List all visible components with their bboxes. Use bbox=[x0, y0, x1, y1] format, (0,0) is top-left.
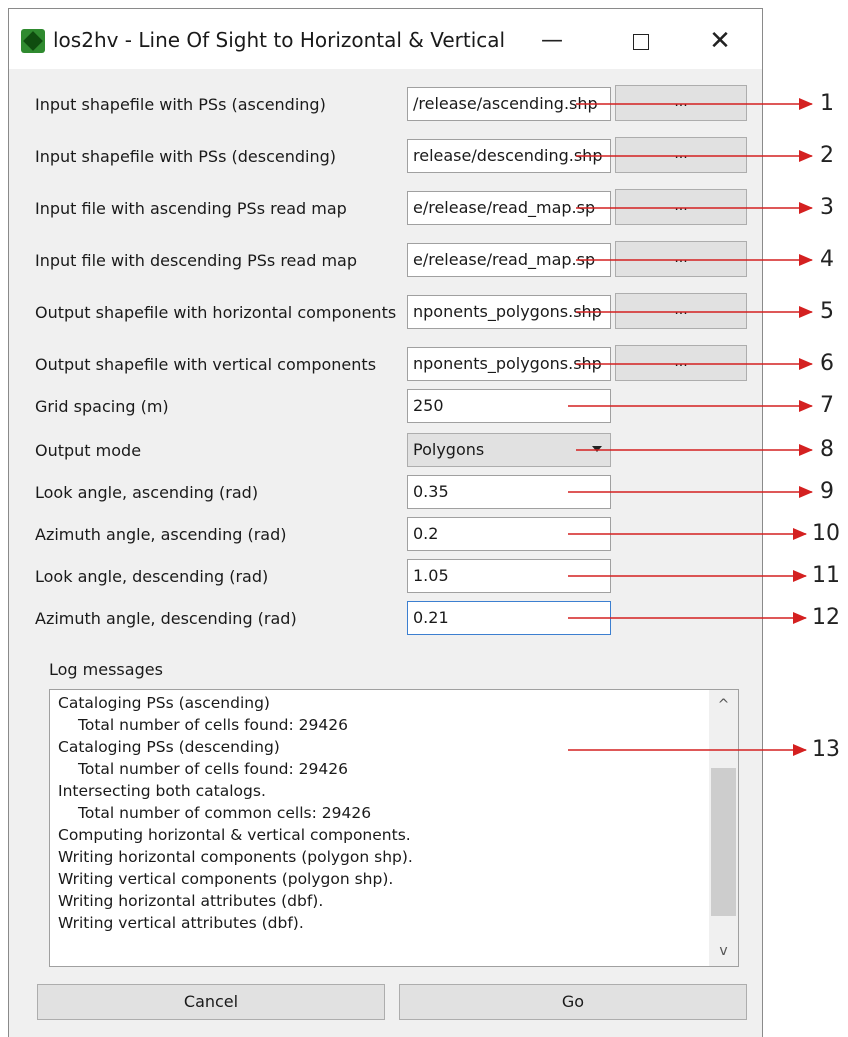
maximize-button[interactable] bbox=[617, 21, 663, 61]
output-horizontal-field[interactable]: nponents_polygons.shp bbox=[407, 295, 611, 329]
log-line: Cataloging PSs (ascending) bbox=[58, 694, 270, 712]
azimuth-angle-asc-label: Azimuth angle, ascending (rad) bbox=[35, 525, 287, 544]
log-scrollbar[interactable]: ^ v bbox=[709, 690, 738, 966]
log-line: Intersecting both catalogs. bbox=[58, 782, 266, 800]
callout-number: 9 bbox=[820, 479, 834, 504]
input-desc-readmap-field[interactable]: e/release/read_map.sp bbox=[407, 243, 611, 277]
callout-number: 8 bbox=[820, 437, 834, 462]
los2hv-dialog: los2hv - Line Of Sight to Horizontal & V… bbox=[8, 8, 763, 1037]
look-angle-desc-input[interactable]: 1.05 bbox=[407, 559, 611, 593]
callout-number: 2 bbox=[820, 143, 834, 168]
callout-number: 11 bbox=[812, 563, 840, 588]
close-button[interactable]: ✕ bbox=[697, 21, 743, 61]
log-line: Total number of cells found: 29426 bbox=[78, 716, 348, 734]
log-line: Writing vertical components (polygon shp… bbox=[58, 870, 394, 888]
callout-number: 7 bbox=[820, 393, 834, 418]
window-title: los2hv - Line Of Sight to Horizontal & V… bbox=[53, 28, 506, 52]
log-messages-label: Log messages bbox=[49, 660, 163, 679]
input-desc-shapefile-field[interactable]: release/descending.shp bbox=[407, 139, 611, 173]
callout-number: 12 bbox=[812, 605, 840, 630]
cancel-button[interactable]: Cancel bbox=[37, 984, 385, 1020]
callout-number: 1 bbox=[820, 91, 834, 116]
log-line: Writing horizontal attributes (dbf). bbox=[58, 892, 324, 910]
look-angle-asc-label: Look angle, ascending (rad) bbox=[35, 483, 259, 502]
input-desc-readmap-label: Input file with descending PSs read map bbox=[35, 251, 357, 270]
output-horizontal-label: Output shapefile with horizontal compone… bbox=[35, 303, 397, 322]
output-vertical-label: Output shapefile with vertical component… bbox=[35, 355, 377, 374]
input-asc-shapefile-label: Input shapefile with PSs (ascending) bbox=[35, 95, 326, 114]
look-angle-asc-input[interactable]: 0.35 bbox=[407, 475, 611, 509]
callout-number: 3 bbox=[820, 195, 834, 220]
callout-number: 4 bbox=[820, 247, 834, 272]
output-mode-select[interactable]: Polygons bbox=[407, 433, 611, 467]
dropdown-arrow-icon bbox=[592, 446, 602, 452]
look-angle-desc-label: Look angle, descending (rad) bbox=[35, 567, 269, 586]
callout-number: 6 bbox=[820, 351, 834, 376]
log-line: Computing horizontal & vertical componen… bbox=[58, 826, 411, 844]
output-mode-label: Output mode bbox=[35, 441, 142, 460]
log-messages-box[interactable]: Cataloging PSs (ascending) Total number … bbox=[49, 689, 739, 967]
app-icon bbox=[21, 29, 45, 53]
input-asc-readmap-label: Input file with ascending PSs read map bbox=[35, 199, 347, 218]
scroll-down-icon[interactable]: v bbox=[709, 940, 738, 962]
scroll-up-icon[interactable]: ^ bbox=[709, 694, 738, 716]
callout-number: 13 bbox=[812, 737, 840, 762]
input-asc-shapefile-field[interactable]: /release/ascending.shp bbox=[407, 87, 611, 121]
input-desc-readmap-browse-button[interactable]: ... bbox=[615, 241, 747, 277]
log-line: Writing horizontal components (polygon s… bbox=[58, 848, 413, 866]
log-line: Total number of common cells: 29426 bbox=[78, 804, 372, 822]
title-bar: los2hv - Line Of Sight to Horizontal & V… bbox=[9, 9, 762, 69]
input-asc-readmap-field[interactable]: e/release/read_map.sp bbox=[407, 191, 611, 225]
output-vertical-field[interactable]: nponents_polygons.shp bbox=[407, 347, 611, 381]
input-desc-shapefile-label: Input shapefile with PSs (descending) bbox=[35, 147, 337, 166]
callout-number: 5 bbox=[820, 299, 834, 324]
callout-number: 10 bbox=[812, 521, 840, 546]
azimuth-angle-desc-label: Azimuth angle, descending (rad) bbox=[35, 609, 297, 628]
minimize-button[interactable]: — bbox=[529, 21, 575, 61]
azimuth-angle-desc-input[interactable]: 0.21 bbox=[407, 601, 611, 635]
output-horizontal-browse-button[interactable]: ... bbox=[615, 293, 747, 329]
scroll-thumb[interactable] bbox=[711, 768, 736, 916]
input-desc-shapefile-browse-button[interactable]: ... bbox=[615, 137, 747, 173]
azimuth-angle-asc-input[interactable]: 0.2 bbox=[407, 517, 611, 551]
input-asc-shapefile-browse-button[interactable]: ... bbox=[615, 85, 747, 121]
go-button[interactable]: Go bbox=[399, 984, 747, 1020]
log-line: Cataloging PSs (descending) bbox=[58, 738, 280, 756]
log-line: Total number of cells found: 29426 bbox=[78, 760, 348, 778]
grid-spacing-label: Grid spacing (m) bbox=[35, 397, 169, 416]
log-line: Writing vertical attributes (dbf). bbox=[58, 914, 304, 932]
input-asc-readmap-browse-button[interactable]: ... bbox=[615, 189, 747, 225]
grid-spacing-input[interactable]: 250 bbox=[407, 389, 611, 423]
output-mode-value: Polygons bbox=[413, 440, 485, 459]
output-vertical-browse-button[interactable]: ... bbox=[615, 345, 747, 381]
